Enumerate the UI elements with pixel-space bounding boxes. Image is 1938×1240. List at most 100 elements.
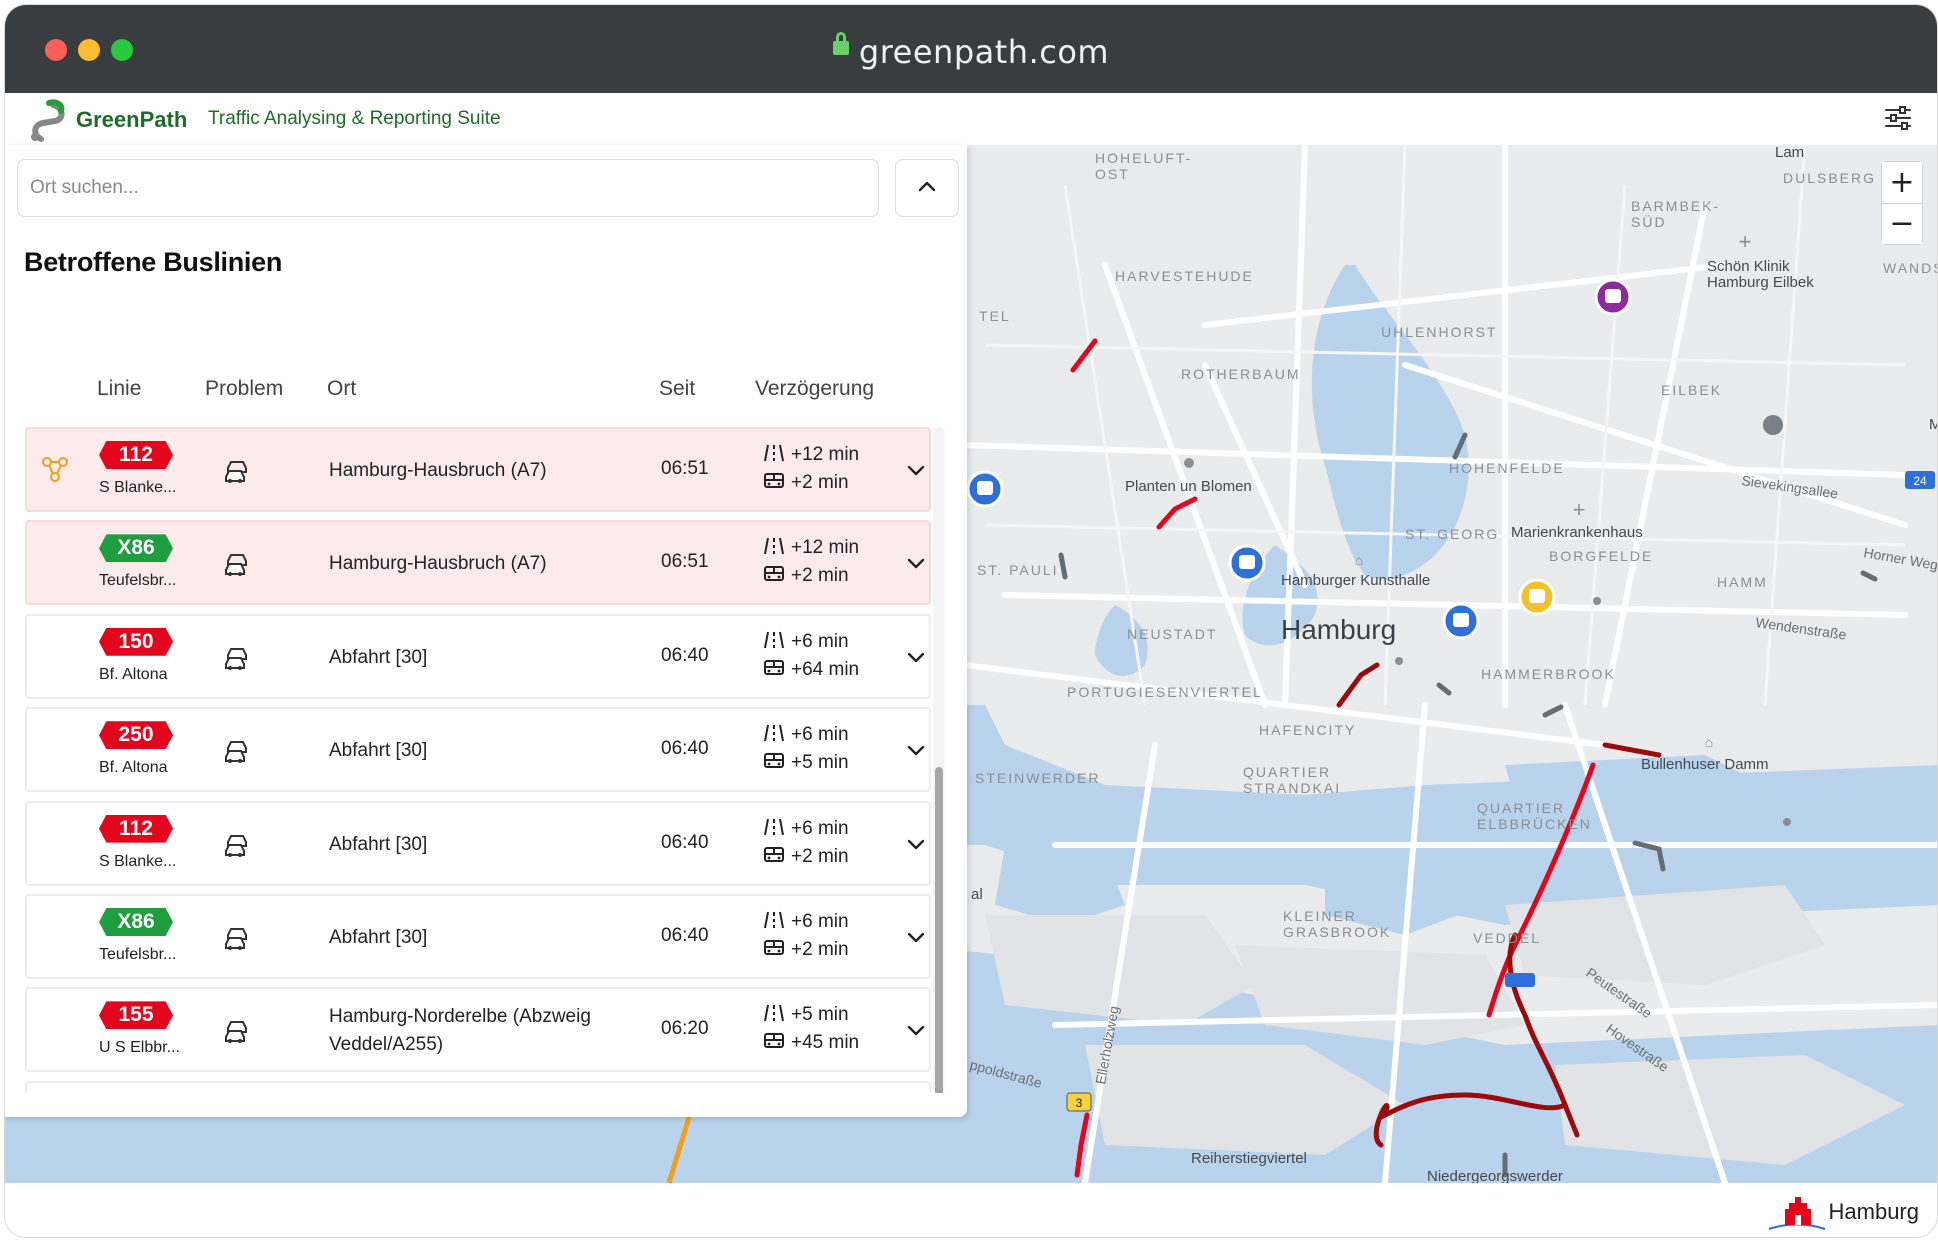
map-label: HAMMERBROOK — [1481, 666, 1616, 682]
line-badge: 155 — [99, 1001, 173, 1030]
chevron-down-icon[interactable] — [905, 459, 927, 481]
map-label: Hamburger Kunsthalle — [1281, 572, 1430, 589]
map-label: Bullenhuser Damm — [1641, 756, 1769, 773]
table-row[interactable]: 250 Bf. Altona Abfahrt [30] 06:40 +6 min +5 m… — [25, 707, 931, 793]
table-row[interactable]: 112 S Blanke... Hamburg-Hausbruch (A7) 06:5… — [25, 427, 931, 512]
map-label: Sievekingsallee — [1741, 472, 1840, 501]
table-row[interactable]: X86 Teufelsbr... Hamburg-Hausbruch (A7) 06:… — [25, 520, 931, 606]
address-bar[interactable]: greenpath.com — [5, 32, 1937, 71]
traffic-jam-icon — [223, 736, 253, 766]
since-time: 06:40 — [661, 738, 709, 760]
road-delay: +6 min — [791, 724, 849, 746]
table-row[interactable]: 150 Bf. Altona Abfahrt [30] 06:40 +6 min +64 … — [25, 613, 931, 699]
bus-marker[interactable] — [1505, 973, 1535, 987]
column-header-seit[interactable]: Seit — [659, 377, 695, 401]
map-label: UHLENHORST — [1381, 324, 1497, 340]
road-shield-3: 3 — [1066, 1092, 1092, 1112]
table-row[interactable]: X86 Teufelsbr... Abfahrt [30] 06:40 +6 min +2… — [25, 894, 931, 979]
hospital-icon: + — [1573, 497, 1586, 522]
line-badge: 250 — [99, 721, 173, 750]
location-text: Hamburg-Hausbruch (A7) — [329, 460, 547, 481]
hamburg-coat-of-arms-icon — [1768, 1197, 1826, 1230]
app-header: GreenPath Traffic Analysing & Reporting … — [5, 93, 1937, 145]
location-text: Abfahrt [30] — [329, 833, 428, 855]
museum-icon: ⌂ — [1705, 734, 1713, 750]
bus-icon — [764, 473, 784, 488]
map-label: EILBEK — [1661, 382, 1722, 398]
filter-settings-icon[interactable] — [1883, 103, 1913, 133]
line-destination: Bf. Altona — [99, 759, 168, 777]
chevron-down-icon[interactable] — [905, 1019, 927, 1041]
bus-marker[interactable] — [1228, 544, 1266, 582]
traffic-jam-icon — [223, 456, 253, 486]
line-destination: S Blanke... — [99, 852, 177, 870]
map-label: al — [971, 886, 983, 903]
location-text: Hamburg-Norderelbe (Abzweig Veddel/A255) — [329, 1006, 591, 1056]
road-delay: +6 min — [791, 911, 849, 932]
bus-marker[interactable] — [1442, 602, 1480, 640]
chevron-down-icon[interactable] — [905, 646, 927, 668]
bus-icon — [764, 753, 784, 769]
map-label: QUARTIER STRANDKAI — [1243, 764, 1341, 796]
map-label: Horner Weg — [1862, 544, 1938, 573]
road-delay: +12 min — [791, 444, 860, 465]
since-time: 06:51 — [661, 458, 709, 479]
since-time: 06:40 — [661, 925, 709, 946]
chevron-up-icon — [918, 181, 936, 191]
table-header: Linie Problem Ort Seit Verzögerung — [25, 325, 931, 431]
table-row[interactable]: 155KirchdorfHamburg-Norderelbe (Abzweig … — [25, 1080, 931, 1093]
url-text: greenpath.com — [858, 33, 1110, 71]
line-destination: S Blanke... — [99, 479, 177, 496]
zoom-out-button[interactable]: − — [1882, 203, 1922, 244]
map-label: Marienkrankenhaus — [1511, 524, 1643, 541]
road-shield-24: 24 — [1905, 471, 1935, 489]
map-label: Lam — [1775, 145, 1804, 161]
bus-delay: +64 min — [791, 658, 860, 680]
column-header-linie[interactable]: Linie — [97, 377, 141, 401]
bus-marker[interactable] — [1518, 578, 1556, 616]
app-subtitle: Traffic Analysing & Reporting Suite — [208, 108, 501, 129]
scrollbar-thumb[interactable] — [935, 767, 943, 1093]
zoom-control: + − — [1881, 161, 1923, 245]
road-icon — [764, 444, 784, 462]
bus-marker[interactable] — [1594, 278, 1632, 316]
browser-titlebar: greenpath.com — [5, 5, 1937, 93]
location-search-input[interactable] — [17, 159, 879, 217]
section-title: Betroffene Buslinien — [24, 247, 283, 277]
brand-name[interactable]: GreenPath — [76, 107, 187, 133]
column-header-verzoegerung[interactable]: Verzögerung — [755, 377, 874, 401]
map-label: Planten un Blomen — [1125, 478, 1252, 495]
traffic-jam-icon — [223, 923, 253, 953]
map-label: HAFENCITY — [1259, 722, 1356, 738]
map-label: HOHENFELDE — [1449, 460, 1565, 476]
chevron-down-icon[interactable] — [905, 739, 927, 761]
svg-text:24: 24 — [1913, 474, 1927, 488]
map-label: STEINWERDER — [975, 770, 1100, 786]
traffic-jam-icon — [223, 830, 253, 860]
bus-icon — [764, 1033, 784, 1049]
column-header-ort[interactable]: Ort — [327, 377, 356, 401]
lock-icon — [832, 32, 849, 55]
traffic-jam-icon — [223, 643, 253, 673]
table-row[interactable]: 112 S Blanke... Abfahrt [30] 06:40 +6 min +2 … — [25, 800, 931, 886]
map-label: VEDDEL — [1473, 930, 1541, 946]
route-icon[interactable] — [39, 453, 71, 485]
bus-delay: +2 min — [791, 472, 849, 493]
map-city-label: Hamburg — [1281, 614, 1396, 645]
chevron-down-icon[interactable] — [905, 552, 927, 574]
chevron-down-icon[interactable] — [905, 833, 927, 855]
since-time: 06:40 — [661, 644, 709, 666]
collapse-panel-button[interactable] — [895, 159, 959, 217]
map-label: DULSBERG — [1783, 170, 1876, 186]
bus-marker[interactable] — [966, 470, 1004, 508]
browser-window: greenpath.com GreenPath Traffic Analysin… — [4, 4, 1938, 1238]
road-icon — [764, 725, 784, 742]
zoom-in-button[interactable]: + — [1882, 162, 1922, 203]
column-header-problem[interactable]: Problem — [205, 377, 283, 401]
table-row[interactable]: 155 U S Elbbr... Hamburg-Norderelbe (Abzwe… — [25, 987, 931, 1073]
line-badge: X86 — [99, 908, 173, 936]
chevron-down-icon[interactable] — [905, 926, 927, 948]
bus-icon — [764, 659, 784, 675]
scrollbar[interactable] — [933, 427, 945, 1093]
bus-icon — [764, 566, 784, 582]
